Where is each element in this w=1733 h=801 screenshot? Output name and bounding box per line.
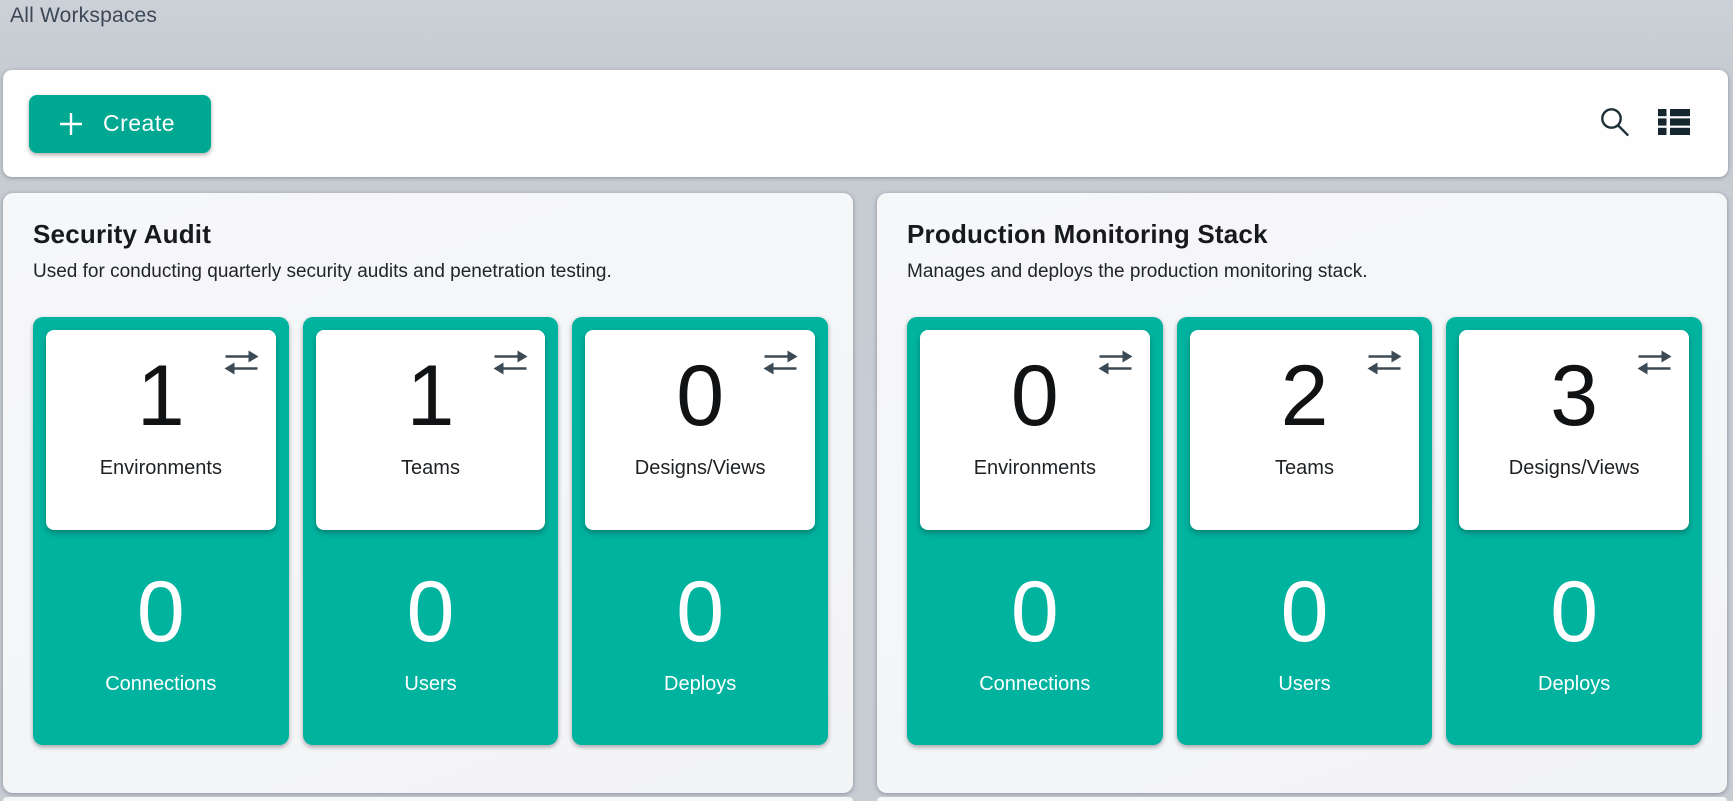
swap-horizontal-icon <box>1636 348 1673 376</box>
workspace-description: Manages and deploys the production monit… <box>907 261 1702 283</box>
workspaces-toolbar: Create <box>3 70 1728 177</box>
workspace-title: Production Monitoring Stack <box>907 219 1702 250</box>
workspace-description: Used for conducting quarterly security a… <box>33 261 828 283</box>
swap-horizontal-icon <box>762 348 799 376</box>
view-list-icon <box>1657 107 1691 140</box>
stat-bottom-section: 0 Users <box>1190 530 1420 745</box>
workspace-stats-grid: 0 Environments 0 Connections <box>907 317 1702 745</box>
stat-inner-card: 1 Environments <box>46 330 276 530</box>
stat-bottom-label: Users <box>1278 673 1330 696</box>
stat-bottom-section: 0 Connections <box>46 530 276 745</box>
stat-inner-card: 2 Teams <box>1190 330 1420 530</box>
stat-bottom-count: 0 <box>1011 566 1059 659</box>
stat-bottom-count: 0 <box>137 566 185 659</box>
stat-inner-card: 0 Environments <box>920 330 1150 530</box>
stat-label: Designs/Views <box>635 457 766 480</box>
stat-count: 3 <box>1550 350 1598 443</box>
stat-inner-card: 3 Designs/Views <box>1459 330 1689 530</box>
stat-bottom-section: 0 Users <box>316 530 546 745</box>
stat-tile-designs-views[interactable]: 3 Designs/Views 0 Deploys <box>1446 317 1702 745</box>
stat-label: Environments <box>100 457 222 480</box>
stat-bottom-section: 0 Connections <box>920 530 1150 745</box>
stat-bottom-count: 0 <box>676 566 724 659</box>
stat-bottom-label: Deploys <box>1538 673 1610 696</box>
workspace-card-production-monitoring: Production Monitoring Stack Manages and … <box>877 193 1727 793</box>
search-icon <box>1597 105 1631 142</box>
search-button[interactable] <box>1590 100 1638 148</box>
stat-inner-card: 0 Designs/Views <box>585 330 815 530</box>
stat-bottom-count: 0 <box>407 566 455 659</box>
stat-count: 0 <box>1011 350 1059 443</box>
stat-count: 1 <box>407 350 455 443</box>
stat-count: 2 <box>1281 350 1329 443</box>
create-button[interactable]: Create <box>29 95 211 153</box>
stat-tile-designs-views[interactable]: 0 Designs/Views 0 Deploys <box>572 317 828 745</box>
stat-count: 0 <box>676 350 724 443</box>
stat-tile-environments[interactable]: 1 Environments 0 Connections <box>33 317 289 745</box>
stat-bottom-label: Deploys <box>664 673 736 696</box>
stat-tile-teams[interactable]: 1 Teams 0 Users <box>303 317 559 745</box>
plus-icon <box>57 110 85 138</box>
stat-label: Environments <box>974 457 1096 480</box>
next-row-card-edge <box>877 797 1727 801</box>
stat-label: Designs/Views <box>1509 457 1640 480</box>
stat-tile-environments[interactable]: 0 Environments 0 Connections <box>907 317 1163 745</box>
swap-horizontal-icon <box>1097 348 1134 376</box>
stat-label: Teams <box>1275 457 1334 480</box>
workspace-stats-grid: 1 Environments 0 Connections <box>33 317 828 745</box>
workspace-cards-row: Security Audit Used for conducting quart… <box>3 193 1727 793</box>
stat-count: 1 <box>137 350 185 443</box>
create-button-label: Create <box>103 110 175 137</box>
stat-bottom-section: 0 Deploys <box>1459 530 1689 745</box>
stat-bottom-section: 0 Deploys <box>585 530 815 745</box>
swap-horizontal-icon <box>1366 348 1403 376</box>
stat-bottom-label: Users <box>404 673 456 696</box>
stat-tile-teams[interactable]: 2 Teams 0 Users <box>1177 317 1433 745</box>
next-row-card-edge <box>3 797 853 801</box>
stat-bottom-label: Connections <box>979 673 1090 696</box>
stat-bottom-count: 0 <box>1281 566 1329 659</box>
workspace-title: Security Audit <box>33 219 828 250</box>
page-title: All Workspaces <box>10 4 157 28</box>
stat-bottom-count: 0 <box>1550 566 1598 659</box>
stat-inner-card: 1 Teams <box>316 330 546 530</box>
stat-label: Teams <box>401 457 460 480</box>
view-list-button[interactable] <box>1650 100 1698 148</box>
swap-horizontal-icon <box>492 348 529 376</box>
stat-bottom-label: Connections <box>105 673 216 696</box>
swap-horizontal-icon <box>223 348 260 376</box>
workspace-card-security-audit: Security Audit Used for conducting quart… <box>3 193 853 793</box>
